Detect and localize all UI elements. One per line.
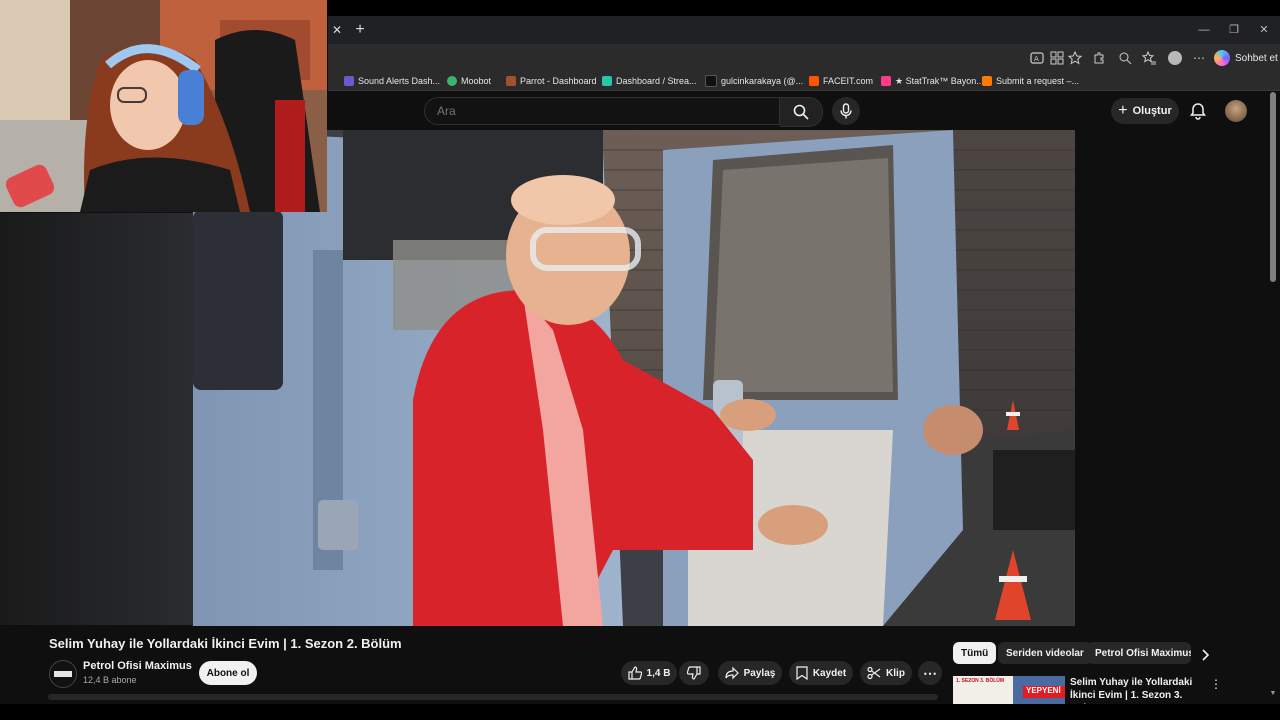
new-tab-button[interactable]: + xyxy=(350,19,370,41)
plus-icon: + xyxy=(1118,102,1128,119)
minimize-icon[interactable]: — xyxy=(1194,21,1214,39)
share-button[interactable]: Paylaş xyxy=(718,661,782,685)
more-options-icon[interactable]: ⋯ xyxy=(1190,49,1208,67)
bookmark-favicon-icon xyxy=(506,76,516,86)
translate-icon[interactable]: A xyxy=(1028,49,1046,67)
channel-logo-icon xyxy=(54,671,72,677)
profile-icon[interactable] xyxy=(1166,49,1184,67)
clip-label: Klip xyxy=(886,667,905,679)
bookmark-label: Dashboard / Strea... xyxy=(616,76,697,86)
notifications-bell-icon[interactable] xyxy=(1188,101,1208,121)
save-label: Kaydet xyxy=(812,667,847,679)
browser-toolbar: A ⋯ Sohbet et xyxy=(328,44,1280,72)
webcam-overlay xyxy=(0,0,327,212)
comment-section-edge xyxy=(48,694,938,700)
youtube-header: + Oluştur xyxy=(328,92,1280,130)
voice-search-button[interactable] xyxy=(832,97,860,125)
bookmark-item[interactable]: Parrot - Dashboard xyxy=(506,74,597,88)
bookmark-label: Moobot xyxy=(461,76,492,86)
svg-text:A: A xyxy=(1034,55,1039,63)
chevron-right-icon[interactable] xyxy=(1198,648,1212,662)
favorites-list-icon[interactable] xyxy=(1140,49,1158,67)
clip-button[interactable]: Klip xyxy=(860,661,912,685)
channel-logo[interactable] xyxy=(49,660,77,688)
bookmark-save-icon xyxy=(796,666,808,680)
copilot-chat-label: Sohbet et xyxy=(1235,52,1278,64)
close-tab-icon[interactable]: ✕ xyxy=(330,21,344,39)
search-button[interactable] xyxy=(780,97,823,127)
tab-bar: ✕ + — ❐ ✕ xyxy=(328,16,1280,44)
more-dots-icon: ⋯ xyxy=(923,664,937,681)
thumbs-down-icon xyxy=(687,666,701,680)
bookmark-label: Sound Alerts Dash... xyxy=(358,76,441,86)
bookmark-label: ★ StatTrak™ Bayon... xyxy=(895,75,984,86)
recommendation-menu-icon[interactable]: ⋮ xyxy=(1210,676,1222,692)
search-icon xyxy=(793,104,809,120)
more-actions-button[interactable]: ⋯ xyxy=(918,661,942,685)
favorite-star-icon[interactable] xyxy=(1066,49,1084,67)
restore-icon[interactable]: ❐ xyxy=(1224,21,1244,39)
channel-name[interactable]: Petrol Ofisi Maximus xyxy=(83,660,192,672)
share-label: Paylaş xyxy=(743,667,776,679)
like-count: 1,4 B xyxy=(646,667,671,679)
screen-bottom-bar xyxy=(0,704,1280,720)
save-button[interactable]: Kaydet xyxy=(789,661,853,685)
thumbnail-badge: 1. SEZON 3. BÖLÜM xyxy=(956,678,1005,684)
scissors-icon xyxy=(867,666,881,680)
subscribe-button[interactable]: Abone ol xyxy=(199,661,257,685)
bookmark-favicon-icon xyxy=(982,76,992,86)
account-avatar[interactable] xyxy=(1225,100,1247,122)
bookmark-item[interactable]: ★ StatTrak™ Bayon... xyxy=(881,74,984,88)
chip-all[interactable]: Tümü xyxy=(953,642,997,664)
create-label: Oluştur xyxy=(1132,105,1172,117)
bookmark-item[interactable]: Submit a request –... xyxy=(982,74,1079,88)
bookmark-label: Parrot - Dashboard xyxy=(520,76,597,86)
like-button[interactable]: 1,4 B xyxy=(621,661,677,685)
webcam-frame xyxy=(0,0,327,212)
bookmark-favicon-icon xyxy=(344,76,354,86)
app-grid-icon[interactable] xyxy=(1048,49,1066,67)
search-input[interactable] xyxy=(435,103,759,119)
share-icon xyxy=(725,666,739,680)
recommendation-thumbnail[interactable]: 1. SEZON 3. BÖLÜM YEPYENİ xyxy=(953,676,1065,704)
scroll-down-icon[interactable]: ▼ xyxy=(1268,690,1278,700)
thumbnail-tag: YEPYENİ xyxy=(1026,686,1061,695)
extensions-icon[interactable] xyxy=(1090,49,1108,67)
chip-series-videos[interactable]: Seriden videolar xyxy=(998,642,1092,664)
bookmark-favicon-icon xyxy=(447,76,457,86)
bookmark-item[interactable]: FACEIT.com xyxy=(809,74,873,88)
bookmark-item[interactable]: Sound Alerts Dash... xyxy=(344,74,440,88)
bookmark-label: Submit a request –... xyxy=(996,76,1080,86)
bookmark-label: gulcinkarakaya (@... xyxy=(721,76,804,86)
browser-essentials-icon[interactable] xyxy=(1116,49,1134,67)
video-title: Selim Yuhay ile Yollardaki İkinci Evim |… xyxy=(49,636,402,651)
player-side-shade xyxy=(0,213,193,625)
copilot-chat-button[interactable]: Sohbet et xyxy=(1214,48,1278,68)
microphone-icon xyxy=(840,103,852,119)
close-window-icon[interactable]: ✕ xyxy=(1254,21,1274,39)
bookmark-favicon-icon xyxy=(881,76,891,86)
bookmark-favicon-icon xyxy=(705,75,717,87)
page-scrollbar[interactable] xyxy=(1270,92,1276,282)
dislike-button[interactable] xyxy=(679,661,709,685)
bookmark-item[interactable]: Moobot xyxy=(447,74,491,88)
bookmark-item[interactable]: gulcinkarakaya (@... xyxy=(705,74,803,88)
copilot-icon xyxy=(1214,50,1230,66)
search-box[interactable] xyxy=(424,97,780,125)
thumbs-up-icon xyxy=(627,666,642,680)
bookmark-item[interactable]: Dashboard / Strea... xyxy=(602,74,697,88)
bookmark-label: FACEIT.com xyxy=(823,76,874,86)
bookmark-favicon-icon xyxy=(809,76,819,86)
subscriber-count: 12,4 B abone xyxy=(83,675,137,685)
create-button[interactable]: + Oluştur xyxy=(1111,98,1179,124)
bookmarks-bar: Sound Alerts Dash... Moobot Parrot - Das… xyxy=(328,72,1280,91)
chip-channel[interactable]: Petrol Ofisi Maximus xyxy=(1087,642,1191,664)
bookmark-favicon-icon xyxy=(602,76,612,86)
